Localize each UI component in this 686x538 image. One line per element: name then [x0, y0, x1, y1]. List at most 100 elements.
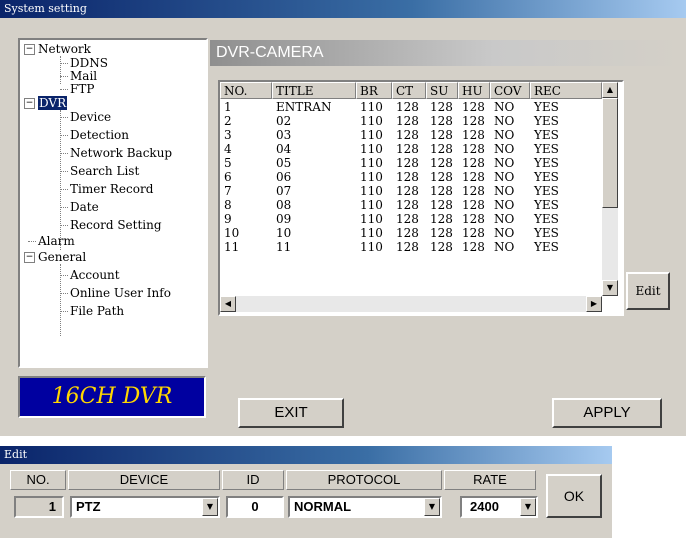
- table-cell: 128: [430, 184, 453, 198]
- table-cell: YES: [534, 142, 559, 156]
- table-cell: 128: [430, 198, 453, 212]
- column-header[interactable]: CT: [392, 82, 426, 99]
- table-cell: 09: [276, 212, 292, 226]
- table-cell: NO: [494, 240, 515, 254]
- protocol-value: NORMAL: [294, 499, 352, 514]
- column-header[interactable]: NO.: [220, 82, 272, 99]
- column-header[interactable]: COV: [490, 82, 530, 99]
- tree-item-timer-record[interactable]: Timer Record: [70, 182, 153, 196]
- table-cell: 08: [276, 198, 292, 212]
- header-no: NO.: [10, 470, 66, 490]
- tree-item-ddns[interactable]: DDNS: [70, 56, 108, 70]
- dvr-logo: 16CH DVR: [18, 376, 206, 418]
- column-header[interactable]: BR: [356, 82, 392, 99]
- camera-panel-title: DVR-CAMERA: [210, 40, 682, 66]
- tree-item-file-path[interactable]: File Path: [70, 304, 124, 318]
- tree-connector: [60, 275, 68, 276]
- table-cell: 128: [396, 226, 419, 240]
- table-cell: YES: [534, 226, 559, 240]
- table-cell: 128: [396, 184, 419, 198]
- table-cell: 05: [276, 156, 292, 170]
- table-cell: 110: [360, 198, 383, 212]
- tree-item-device[interactable]: Device: [70, 110, 111, 124]
- tree-item-dvr[interactable]: DVR: [38, 96, 68, 110]
- scroll-up-icon[interactable]: ▲: [602, 82, 618, 98]
- header-protocol: PROTOCOL: [286, 470, 442, 490]
- table-cell: NO: [494, 114, 515, 128]
- column-header[interactable]: REC: [530, 82, 602, 99]
- tree-item-date[interactable]: Date: [70, 200, 99, 214]
- tree-item-mail[interactable]: Mail: [70, 69, 97, 83]
- tree-item-detection[interactable]: Detection: [70, 128, 129, 142]
- table-cell: NO: [494, 142, 515, 156]
- table-cell: 128: [396, 156, 419, 170]
- apply-button[interactable]: APPLY: [552, 398, 662, 428]
- table-cell: 128: [396, 114, 419, 128]
- column-header[interactable]: SU: [426, 82, 458, 99]
- tree-item-network[interactable]: Network: [38, 42, 91, 56]
- rate-select[interactable]: 2400 ▼: [460, 496, 538, 518]
- table-cell: 110: [360, 156, 383, 170]
- collapse-dvr-icon[interactable]: −: [24, 98, 35, 109]
- protocol-select[interactable]: NORMAL ▼: [288, 496, 442, 518]
- table-cell: 128: [462, 170, 485, 184]
- tree-item-search-list[interactable]: Search List: [70, 164, 139, 178]
- tree-item-network-backup[interactable]: Network Backup: [70, 146, 172, 160]
- edit-window-title: Edit: [0, 446, 612, 464]
- header-rate: RATE: [444, 470, 536, 490]
- table-cell: 128: [462, 100, 485, 114]
- collapse-network-icon[interactable]: −: [24, 44, 35, 55]
- table-cell: 5: [224, 156, 232, 170]
- scroll-right-icon[interactable]: ▶: [586, 296, 602, 312]
- tree-item-online-user-info[interactable]: Online User Info: [70, 286, 171, 300]
- tree-item-account[interactable]: Account: [70, 268, 120, 282]
- tree-item-general[interactable]: General: [38, 250, 86, 264]
- table-cell: 110: [360, 100, 383, 114]
- table-cell: 11: [276, 240, 292, 254]
- table-cell: 128: [430, 212, 453, 226]
- column-header[interactable]: TITLE: [272, 82, 356, 99]
- table-cell: YES: [534, 128, 559, 142]
- table-cell: 7: [224, 184, 232, 198]
- table-cell: 10: [224, 226, 240, 240]
- scroll-down-icon[interactable]: ▼: [602, 280, 618, 296]
- horizontal-scrollbar[interactable]: ◀ ▶: [220, 296, 602, 312]
- tree-connector: [60, 207, 68, 208]
- tree-item-record-setting[interactable]: Record Setting: [70, 218, 162, 232]
- table-cell: NO: [494, 226, 515, 240]
- table-cell: 110: [360, 142, 383, 156]
- ok-button[interactable]: OK: [546, 474, 602, 518]
- scroll-left-icon[interactable]: ◀: [220, 296, 236, 312]
- header-device: DEVICE: [68, 470, 220, 490]
- table-cell: 110: [360, 240, 383, 254]
- tree-connector: [60, 311, 68, 312]
- table-cell: 128: [462, 198, 485, 212]
- exit-button[interactable]: EXIT: [238, 398, 344, 428]
- table-cell: 128: [430, 170, 453, 184]
- column-header[interactable]: HU: [458, 82, 490, 99]
- tree-connector: [60, 76, 68, 77]
- edit-button[interactable]: Edit: [626, 272, 670, 310]
- device-dropdown-icon[interactable]: ▼: [202, 498, 218, 516]
- id-field[interactable]: 0: [226, 496, 284, 518]
- device-value: PTZ: [76, 499, 101, 514]
- table-cell: NO: [494, 156, 515, 170]
- rate-dropdown-icon[interactable]: ▼: [520, 498, 536, 516]
- tree-connector: [60, 189, 68, 190]
- table-cell: 128: [462, 128, 485, 142]
- scroll-thumb[interactable]: [602, 98, 618, 208]
- table-cell: 128: [396, 142, 419, 156]
- tree-item-alarm[interactable]: Alarm: [38, 234, 75, 248]
- table-cell: 128: [430, 128, 453, 142]
- device-select[interactable]: PTZ ▼: [70, 496, 220, 518]
- tree-item-ftp[interactable]: FTP: [70, 82, 94, 96]
- table-cell: 128: [430, 240, 453, 254]
- tree-connector: [60, 153, 68, 154]
- protocol-dropdown-icon[interactable]: ▼: [424, 498, 440, 516]
- collapse-general-icon[interactable]: −: [24, 252, 35, 263]
- table-cell: YES: [534, 156, 559, 170]
- edit-window: Edit NO. DEVICE ID PROTOCOL RATE 1 PTZ ▼…: [0, 446, 612, 538]
- vertical-scrollbar[interactable]: ▲ ▼: [602, 82, 618, 296]
- table-cell: 128: [430, 142, 453, 156]
- tree-connector: [60, 110, 61, 250]
